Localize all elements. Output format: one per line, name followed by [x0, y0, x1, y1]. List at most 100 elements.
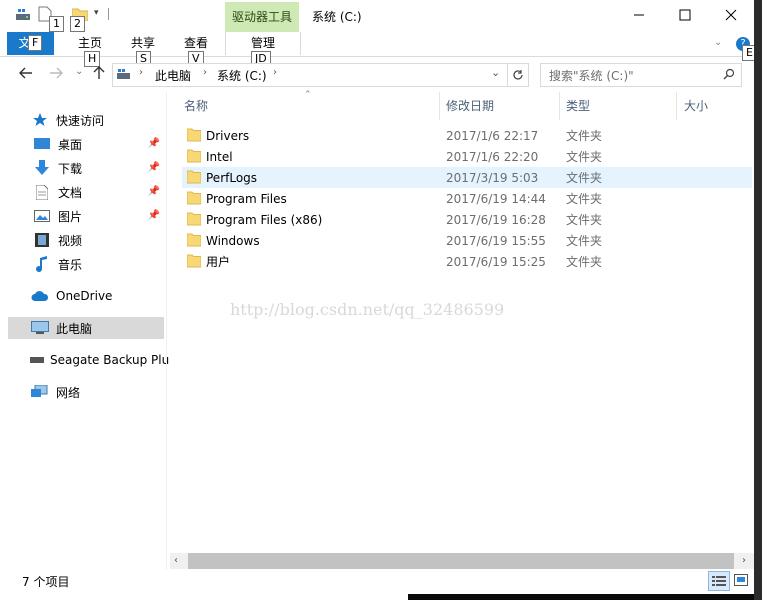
large-icons-view-button[interactable] — [731, 571, 751, 589]
nav-music[interactable]: 音乐 — [8, 253, 164, 275]
toolbar-divider — [108, 8, 109, 20]
nav-label: Seagate Backup Plu — [50, 353, 170, 367]
window-edge — [754, 0, 762, 600]
close-icon — [725, 9, 737, 21]
nav-seagate-drive[interactable]: Seagate Backup Plu — [8, 349, 169, 371]
pin-icon[interactable]: 📌 — [148, 138, 160, 149]
file-row[interactable]: Intel 2017/1/6 22:20 文件夹 — [182, 146, 752, 167]
folder-icon — [186, 212, 202, 229]
address-dropdown-icon[interactable]: ⌄ — [491, 66, 500, 79]
file-row[interactable]: 用户 2017/6/19 15:25 文件夹 — [182, 251, 752, 272]
nav-documents[interactable]: 文档 📌 — [8, 181, 164, 203]
nav-onedrive[interactable]: OneDrive — [8, 285, 164, 307]
minimize-icon — [634, 14, 644, 16]
keytip-file: F — [28, 35, 43, 51]
sort-ascending-icon: ⌃ — [304, 90, 312, 100]
scrollbar-thumb[interactable] — [188, 553, 734, 569]
file-row[interactable]: Program Files (x86) 2017/6/19 16:28 文件夹 — [182, 209, 752, 230]
nav-videos[interactable]: 视频 — [8, 229, 164, 251]
drive-app-icon — [16, 8, 32, 25]
search-box[interactable]: 搜索"系统 (C:)" — [540, 63, 742, 87]
close-button[interactable] — [708, 0, 754, 30]
details-view-icon — [712, 576, 726, 586]
file-row[interactable]: Program Files 2017/6/19 14:44 文件夹 — [182, 188, 752, 209]
network-icon — [30, 384, 50, 400]
nav-quick-access[interactable]: 快速访问 — [8, 109, 164, 131]
pin-icon[interactable]: 📌 — [148, 186, 160, 197]
column-header-date[interactable]: 修改日期 — [446, 92, 494, 120]
file-row[interactable]: Windows 2017/6/19 15:55 文件夹 — [182, 230, 752, 251]
file-date: 2017/6/19 15:25 — [446, 254, 546, 269]
breadcrumb-drive-c[interactable]: 系统 (C:) — [217, 67, 267, 84]
minimize-button[interactable] — [616, 0, 662, 30]
maximize-icon — [679, 9, 691, 21]
nav-downloads[interactable]: 下载 📌 — [8, 157, 164, 179]
keytip-1: 1 — [49, 16, 64, 32]
back-arrow-icon — [19, 67, 32, 79]
star-icon — [30, 112, 50, 128]
address-bar[interactable]: › 此电脑 › 系统 (C:) › ⌄ — [112, 63, 508, 87]
file-date: 2017/1/6 22:20 — [446, 149, 539, 164]
large-icons-view-icon — [734, 574, 748, 586]
column-divider[interactable] — [439, 92, 440, 120]
file-name: Drivers — [206, 128, 250, 143]
nav-this-pc[interactable]: 此电脑 — [8, 317, 164, 339]
breadcrumb-this-pc[interactable]: 此电脑 — [155, 67, 191, 84]
search-input[interactable]: 搜索"系统 (C:)" — [549, 67, 634, 84]
nav-label: 视频 — [58, 233, 83, 248]
file-type: 文件夹 — [566, 150, 603, 164]
file-name: Windows — [206, 233, 260, 248]
horizontal-scrollbar[interactable]: ‹ › — [170, 553, 754, 569]
file-row[interactable]: PerfLogs 2017/3/19 5:03 文件夹 — [182, 167, 752, 188]
pin-icon[interactable]: 📌 — [148, 210, 160, 221]
column-header-name[interactable]: 名称 — [184, 92, 208, 120]
ribbon-tab-bar — [0, 32, 754, 57]
nav-label: 网络 — [56, 385, 81, 400]
file-name: Intel — [206, 149, 233, 164]
nav-network[interactable]: 网络 — [8, 381, 164, 403]
desktop-background — [408, 594, 754, 600]
column-header-type[interactable]: 类型 — [566, 92, 590, 120]
file-row[interactable]: Drivers 2017/1/6 22:17 文件夹 — [182, 125, 752, 146]
expand-ribbon-icon[interactable]: ⌄ — [714, 37, 722, 48]
nav-label: 桌面 — [58, 137, 83, 152]
details-view-button[interactable] — [708, 571, 730, 591]
refresh-icon — [512, 70, 523, 80]
folder-icon — [186, 254, 202, 271]
maximize-button[interactable] — [662, 0, 708, 30]
up-button[interactable] — [92, 65, 106, 84]
file-name: 用户 — [206, 255, 231, 269]
file-type: 文件夹 — [566, 213, 603, 227]
file-type: 文件夹 — [566, 255, 603, 269]
folder-icon — [186, 233, 202, 250]
nav-label: OneDrive — [56, 289, 113, 303]
drive-small-icon — [117, 68, 131, 83]
file-date: 2017/6/19 15:55 — [446, 233, 546, 248]
search-icon — [723, 68, 735, 83]
scroll-right-icon[interactable]: › — [742, 555, 746, 566]
music-note-icon — [32, 256, 52, 272]
file-name: Program Files — [206, 191, 287, 206]
download-icon — [32, 160, 52, 176]
forward-button[interactable] — [48, 66, 64, 83]
recent-locations-button[interactable]: ⌄ — [75, 66, 83, 77]
pin-icon[interactable]: 📌 — [148, 162, 160, 173]
folder-icon — [186, 128, 202, 145]
nav-pictures[interactable]: 图片 📌 — [8, 205, 164, 227]
folder-icon — [186, 191, 202, 208]
window-title: 系统 (C:) — [312, 10, 362, 24]
column-divider[interactable] — [676, 92, 677, 120]
scroll-left-icon[interactable]: ‹ — [174, 555, 178, 566]
customize-toolbar-icon[interactable]: ▾ — [94, 8, 99, 18]
keytip-2: 2 — [70, 16, 85, 32]
back-button[interactable] — [18, 66, 34, 84]
file-list: ⌃ 名称 修改日期 类型 大小 Drivers 2017/1/6 22:17 文… — [166, 90, 754, 554]
column-divider[interactable] — [559, 92, 560, 120]
nav-label: 音乐 — [58, 257, 83, 272]
file-type: 文件夹 — [566, 171, 603, 185]
nav-label: 快速访问 — [56, 113, 105, 128]
refresh-button[interactable] — [507, 63, 529, 87]
nav-desktop[interactable]: 桌面 📌 — [8, 133, 164, 155]
nav-label: 图片 — [58, 209, 83, 224]
column-header-size[interactable]: 大小 — [684, 92, 708, 120]
